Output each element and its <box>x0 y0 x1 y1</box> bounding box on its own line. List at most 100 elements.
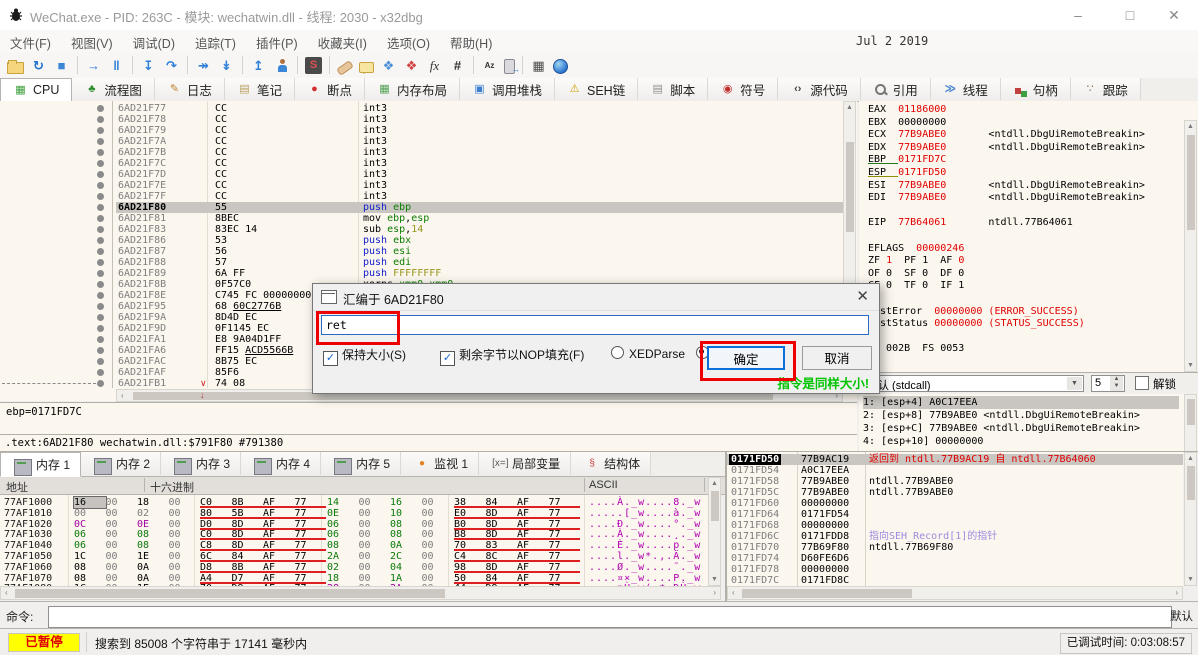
close-button[interactable]: ✕ <box>1152 0 1196 30</box>
stop-icon[interactable]: ■ <box>53 57 70 74</box>
breakpoint-dot-icon[interactable] <box>97 303 104 310</box>
tab-dump-3[interactable]: 内存 3 <box>161 452 241 475</box>
breakpoint-dot-icon[interactable] <box>97 314 104 321</box>
args-count-stepper[interactable]: 5 ▲▼ <box>1091 375 1125 392</box>
case-az-icon[interactable]: Az <box>481 57 498 74</box>
register-line[interactable] <box>868 331 1178 344</box>
maximize-button[interactable]: □ <box>1108 0 1152 30</box>
xedparse-radio[interactable]: XEDParse <box>611 346 685 361</box>
comments-icon[interactable] <box>359 62 374 73</box>
unlock-checkbox[interactable]: 解锁 <box>1135 376 1176 392</box>
stack-row[interactable]: 0171FD640171FD54 <box>727 509 1183 520</box>
tab-call-stack[interactable]: ▣调用堆栈 <box>460 78 555 100</box>
tab-struct[interactable]: §结构体 <box>571 452 651 475</box>
disasm-row[interactable]: 6AD21F8653push ebx <box>0 235 845 246</box>
breakpoint-dot-icon[interactable] <box>97 182 104 189</box>
disasm-row[interactable]: 6AD21F7FCCint3 <box>0 191 845 202</box>
command-input[interactable] <box>48 606 1172 628</box>
breakpoint-dot-icon[interactable] <box>97 292 104 299</box>
register-line[interactable]: CF 0 TF 0 IF 1 <box>868 280 1178 293</box>
dump-row[interactable]: 77AF100016001800C08BAF77140016003884AF77… <box>0 497 708 508</box>
step-over-icon[interactable]: ↷ <box>163 57 180 74</box>
dialog-close-icon[interactable]: ✕ <box>856 287 869 305</box>
registers-pane[interactable]: EAX 01186000 EBX 00000000 ECX 77B9ABE0 <… <box>859 101 1198 372</box>
stack-vscrollbar[interactable]: ▲ ▼ <box>1184 452 1197 586</box>
tab-graph[interactable]: ♣流程图 <box>72 78 155 100</box>
tab-dump-1[interactable]: 内存 1 <box>0 452 81 477</box>
attach-icon[interactable] <box>273 57 290 74</box>
stack-row[interactable]: 0171FD7C0171FD8C <box>727 575 1183 586</box>
tab-watch-1[interactable]: ●监视 1 <box>401 452 479 475</box>
dump-row[interactable]: 77AF103006000800C08DAF7706000800B88DAF77… <box>0 529 708 540</box>
bookmarks-icon[interactable]: ❖ <box>403 57 420 74</box>
register-line[interactable]: LastError 00000000 (ERROR_SUCCESS) <box>868 306 1178 319</box>
tab-threads[interactable]: ≫线程 <box>931 78 1001 100</box>
breakpoint-dot-icon[interactable] <box>97 149 104 156</box>
tab-handles[interactable]: 句柄 <box>1001 78 1071 100</box>
disasm-row[interactable]: 6AD21F8055push ebp <box>0 202 845 213</box>
stack-row[interactable]: 0171FD54A0C17EEA <box>727 465 1183 476</box>
register-line[interactable]: OF 0 SF 0 DF 0 <box>868 268 1178 281</box>
tab-dump-2[interactable]: 内存 2 <box>81 452 161 475</box>
register-line[interactable]: EDX 77B9ABE0 <ntdll.DbgUiRemoteBreakin> <box>868 142 1178 155</box>
breakpoint-dot-icon[interactable] <box>97 226 104 233</box>
register-line[interactable]: ESI 77B9ABE0 <ntdll.DbgUiRemoteBreakin> <box>868 180 1178 193</box>
register-line[interactable]: ECX 77B9ABE0 <ntdll.DbgUiRemoteBreakin> <box>868 129 1178 142</box>
dump-row[interactable]: 77AF107008000A00A4D7AF7718001A005084AF77… <box>0 573 708 584</box>
breakpoint-dot-icon[interactable] <box>97 281 104 288</box>
breakpoint-dot-icon[interactable] <box>97 259 104 266</box>
breakpoint-dot-icon[interactable] <box>97 171 104 178</box>
unlock-checkbox-box[interactable] <box>1135 376 1149 390</box>
breakpoint-dot-icon[interactable] <box>97 347 104 354</box>
disasm-row[interactable]: 6AD21F8383EC 14sub esp,14 <box>0 224 845 235</box>
globe-icon[interactable] <box>553 59 568 74</box>
dump-row[interactable]: 77AF10200C000E00D08DAF7706000800B08DAF77… <box>0 519 708 530</box>
stack-row[interactable]: 0171FD7077B69F80ntdll.77B69F80 <box>727 542 1183 553</box>
disasm-row[interactable]: 6AD21F7ECCint3 <box>0 180 845 191</box>
disasm-row[interactable]: 6AD21F8756push esi <box>0 246 845 257</box>
stack-row[interactable]: 0171FD6000000000 <box>727 498 1183 509</box>
functions-fx-icon[interactable]: fx <box>426 57 443 74</box>
tab-trace[interactable]: ∵跟踪 <box>1071 78 1141 100</box>
breakpoint-dot-icon[interactable] <box>97 237 104 244</box>
args-vscrollbar[interactable] <box>1184 394 1197 453</box>
disasm-row[interactable]: 6AD21F79CCint3 <box>0 125 845 136</box>
patches-icon[interactable] <box>336 60 354 76</box>
tab-log[interactable]: ✎日志 <box>155 78 225 100</box>
tab-locals[interactable]: [x=]局部变量 <box>479 452 571 475</box>
dump-row[interactable]: 77AF106008000A00D88BAF7702000400988DAF77… <box>0 562 708 573</box>
keep-size-checkbox[interactable]: ✓保持大小(S) <box>323 346 406 366</box>
stack-row[interactable]: 0171FD6C0171FDD8指向SEH_Record[1]的指针 <box>727 531 1183 542</box>
tab-memory-map[interactable]: ▦内存布局 <box>365 78 460 100</box>
calling-convention-select[interactable]: 默认 (stdcall) ▼ <box>862 375 1084 392</box>
memory-dump-pane[interactable]: 77AF100016001800C08BAF77140016003884AF77… <box>0 495 708 586</box>
stack-row[interactable]: 0171FD5C77B9ABE0ntdll.77B9ABE0 <box>727 487 1183 498</box>
register-line[interactable]: GS 002B FS 0053 <box>868 343 1178 356</box>
tab-breakpoints[interactable]: ●断点 <box>295 78 365 100</box>
debuggee-phone-icon[interactable] <box>504 59 515 74</box>
assemble-instruction-input[interactable] <box>321 315 869 335</box>
run-to-user-code-icon[interactable]: ↥ <box>250 57 267 74</box>
disasm-row[interactable]: 6AD21F7ACCint3 <box>0 136 845 147</box>
tab-notes[interactable]: ▤笔记 <box>225 78 295 100</box>
tab-cpu[interactable]: ▦CPU <box>0 78 72 102</box>
breakpoint-dot-icon[interactable] <box>97 138 104 145</box>
dump-vscrollbar[interactable]: ▲ ▼ <box>708 477 721 586</box>
disasm-row[interactable]: 6AD21F7CCCint3 <box>0 158 845 169</box>
breakpoint-dot-icon[interactable] <box>97 358 104 365</box>
step-into-icon[interactable]: ↧ <box>140 57 157 74</box>
stack-hscrollbar[interactable]: ‹ › <box>727 586 1183 600</box>
disasm-row[interactable]: 6AD21F896A FFpush FFFFFFFF <box>0 268 845 279</box>
labels-icon[interactable]: ❖ <box>380 57 397 74</box>
register-line[interactable] <box>868 293 1178 306</box>
tab-symbols[interactable]: ◉符号 <box>708 78 778 100</box>
breakpoint-dot-icon[interactable] <box>97 248 104 255</box>
pause-icon[interactable]: ‖ <box>108 57 125 74</box>
tab-seh-chain[interactable]: ⚠SEH链 <box>555 78 638 100</box>
register-line[interactable]: EDI 77B9ABE0 <ntdll.DbgUiRemoteBreakin> <box>868 192 1178 205</box>
run-icon[interactable]: → <box>85 57 102 74</box>
register-line[interactable]: EIP 77B64061 ntdll.77B64061 <box>868 217 1178 230</box>
argument-line[interactable]: 1: [esp+4] A0C17EEA <box>863 396 1179 409</box>
breakpoint-dot-icon[interactable] <box>97 270 104 277</box>
breakpoint-dot-icon[interactable] <box>97 336 104 343</box>
